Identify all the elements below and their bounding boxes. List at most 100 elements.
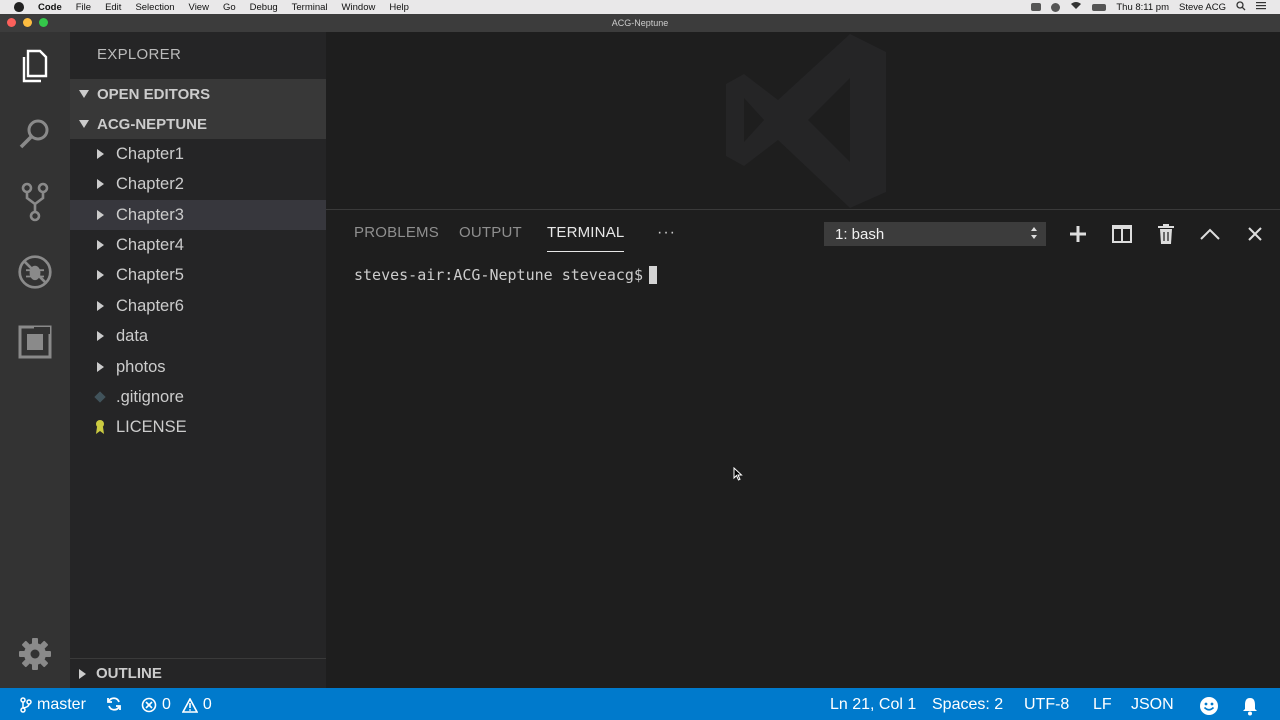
menu-help[interactable]: Help xyxy=(389,2,409,13)
more-actions-button[interactable]: ··· xyxy=(657,224,676,242)
source-control-icon[interactable] xyxy=(17,182,53,222)
bottom-panel: PROBLEMS OUTPUT TERMINAL ··· 1: bash ste… xyxy=(326,209,1280,688)
branch-indicator[interactable]: master xyxy=(20,696,86,714)
terminal-select-value: 1: bash xyxy=(835,225,885,243)
terminal-select[interactable]: 1: bash xyxy=(824,222,1046,246)
chevron-down-icon xyxy=(79,90,89,98)
menu-go[interactable]: Go xyxy=(223,2,236,13)
language-mode[interactable]: JSON xyxy=(1131,696,1174,714)
explorer-sidebar: EXPLORER OPEN EDITORS ACG-NEPTUNE Chapte… xyxy=(70,32,326,688)
split-terminal-icon[interactable] xyxy=(1112,224,1132,244)
apple-icon[interactable] xyxy=(14,2,24,12)
menu-selection[interactable]: Selection xyxy=(135,2,174,13)
files-icon[interactable] xyxy=(17,48,53,84)
close-panel-icon[interactable] xyxy=(1245,224,1265,244)
gear-icon[interactable] xyxy=(17,636,53,672)
chevron-right-icon xyxy=(97,149,104,159)
search-icon[interactable] xyxy=(17,116,53,152)
spotlight-icon[interactable] xyxy=(1236,0,1246,14)
extensions-icon[interactable] xyxy=(17,324,53,360)
menu-view[interactable]: View xyxy=(189,2,209,13)
zoom-window-button[interactable] xyxy=(39,18,48,27)
tree-item-label: Chapter2 xyxy=(116,174,184,193)
tree-item-label: data xyxy=(116,326,149,345)
maximize-panel-icon[interactable] xyxy=(1200,224,1220,244)
new-terminal-icon[interactable] xyxy=(1068,224,1088,244)
tree-folder-chapter3[interactable]: Chapter3 xyxy=(70,200,326,230)
indentation-setting[interactable]: Spaces: 2 xyxy=(932,696,1003,714)
tree-folder-photos[interactable]: photos xyxy=(70,352,326,382)
trash-icon[interactable] xyxy=(1156,224,1176,244)
macos-menubar: Code File Edit Selection View Go Debug T… xyxy=(0,0,1280,14)
battery-icon[interactable] xyxy=(1092,3,1107,11)
vscode-logo-icon xyxy=(718,32,898,213)
chevron-down-icon xyxy=(79,120,89,128)
terminal-cursor xyxy=(648,266,657,284)
tree-item-label: Chapter3 xyxy=(116,205,184,224)
git-file-icon xyxy=(93,391,107,403)
error-icon xyxy=(141,697,157,713)
encoding-setting[interactable]: UTF-8 xyxy=(1024,696,1069,714)
menu-debug[interactable]: Debug xyxy=(250,2,278,13)
sync-status-icon[interactable] xyxy=(1051,2,1061,12)
sync-button[interactable] xyxy=(106,696,122,712)
tree-folder-chapter4[interactable]: Chapter4 xyxy=(70,230,326,260)
tree-item-label: photos xyxy=(116,357,166,376)
tree-item-label: Chapter5 xyxy=(116,265,184,284)
debug-icon[interactable] xyxy=(17,254,53,290)
tree-folder-chapter5[interactable]: Chapter5 xyxy=(70,260,326,290)
tree-folder-chapter2[interactable]: Chapter2 xyxy=(70,169,326,199)
error-count: 0 xyxy=(162,696,171,713)
workspace-label: ACG-NEPTUNE xyxy=(97,115,208,133)
menu-edit[interactable]: Edit xyxy=(105,2,121,13)
chevron-right-icon xyxy=(97,179,104,189)
tab-problems[interactable]: PROBLEMS xyxy=(354,224,439,241)
menu-app[interactable]: Code xyxy=(38,2,62,13)
chevron-right-icon xyxy=(97,362,104,372)
eol-setting[interactable]: LF xyxy=(1093,696,1112,714)
menu-window[interactable]: Window xyxy=(342,2,376,13)
tree-file-license[interactable]: LICENSE xyxy=(70,412,326,442)
menu-terminal[interactable]: Terminal xyxy=(292,2,328,13)
tree-folder-chapter6[interactable]: Chapter6 xyxy=(70,291,326,321)
menubar-user[interactable]: Steve ACG xyxy=(1179,2,1226,13)
warning-count: 0 xyxy=(202,696,212,713)
branch-name: master xyxy=(37,696,86,713)
explorer-title: EXPLORER xyxy=(97,46,182,63)
chevron-right-icon xyxy=(97,301,104,311)
chevron-right-icon xyxy=(79,668,86,679)
window-title: ACG-Neptune xyxy=(611,18,669,28)
chevron-right-icon xyxy=(97,240,104,250)
status-bar: master 0 0 Ln 21, Col 1 Spaces: 2 UTF-8 … xyxy=(0,688,1280,720)
chevron-right-icon xyxy=(97,210,104,220)
menubar-clock[interactable]: Thu 8:11 pm xyxy=(1116,2,1169,13)
tab-terminal[interactable]: TERMINAL xyxy=(547,224,625,252)
open-editors-section[interactable]: OPEN EDITORS xyxy=(70,79,326,109)
tree-file-gitignore[interactable]: .gitignore xyxy=(70,382,326,412)
tree-item-label: LICENSE xyxy=(116,417,187,436)
tab-output[interactable]: OUTPUT xyxy=(459,224,522,241)
minimize-window-button[interactable] xyxy=(23,18,32,27)
tree-folder-data[interactable]: data xyxy=(70,321,326,351)
notification-center-icon[interactable] xyxy=(1256,1,1266,13)
editor-area xyxy=(326,32,1280,209)
menu-file[interactable]: File xyxy=(76,2,91,13)
cursor-position[interactable]: Ln 21, Col 1 xyxy=(830,696,916,714)
tree-item-label: Chapter4 xyxy=(116,235,184,254)
problems-indicator[interactable]: 0 0 xyxy=(141,696,212,714)
screen-record-icon[interactable] xyxy=(1031,3,1042,11)
terminal-output[interactable]: steves-air:ACG-Neptune steveacg$ xyxy=(354,266,657,284)
outline-section[interactable]: OUTLINE xyxy=(70,658,326,688)
close-window-button[interactable] xyxy=(7,18,16,27)
chevron-right-icon xyxy=(97,270,104,280)
tree-item-label: Chapter6 xyxy=(116,296,184,315)
sync-icon xyxy=(107,697,121,711)
notifications-bell-icon[interactable] xyxy=(1241,696,1259,716)
warning-icon xyxy=(181,697,198,713)
mouse-pointer-icon xyxy=(733,466,743,486)
tree-folder-chapter1[interactable]: Chapter1 xyxy=(70,139,326,169)
tree-item-label: .gitignore xyxy=(116,387,184,406)
workspace-section[interactable]: ACG-NEPTUNE xyxy=(70,109,326,139)
feedback-smiley-icon[interactable] xyxy=(1199,696,1219,716)
wifi-icon[interactable] xyxy=(1070,1,1082,13)
